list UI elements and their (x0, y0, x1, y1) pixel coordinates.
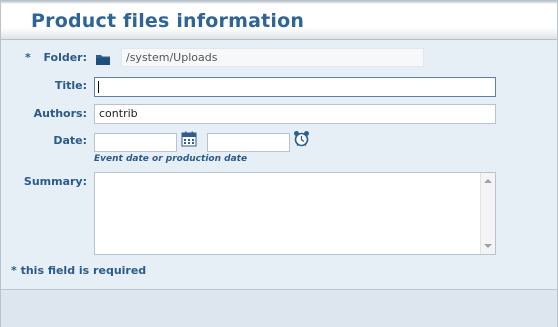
folder-icon[interactable] (95, 51, 111, 70)
summary-textarea[interactable] (94, 172, 496, 255)
calendar-icon[interactable] (181, 131, 197, 151)
alarm-clock-icon[interactable] (293, 130, 310, 151)
date-label: Date: (53, 134, 87, 147)
summary-scrollbar[interactable] (480, 173, 495, 254)
dialog-footer (1, 289, 557, 327)
folder-path-value: /system/Uploads (126, 51, 218, 64)
header-top-border (1, 1, 557, 4)
required-field-note: * this field is required (11, 264, 147, 277)
authors-label: Authors: (33, 107, 87, 120)
text-caret (98, 81, 99, 93)
product-files-dialog: Product files information * Folder: /sys… (0, 0, 558, 327)
title-input[interactable] (94, 77, 496, 97)
folder-label: Folder: (43, 51, 87, 64)
dialog-title: Product files information (31, 10, 305, 32)
scroll-down-arrow-icon[interactable] (484, 244, 492, 248)
scroll-up-arrow-icon[interactable] (484, 179, 492, 183)
authors-input-value: contrib (99, 107, 138, 120)
product-files-form: * Folder: /system/Uploads Title: Authors… (1, 41, 557, 289)
date-input[interactable] (94, 133, 177, 152)
folder-path-field: /system/Uploads (121, 48, 424, 67)
date-hint: Event date or production date (94, 154, 248, 164)
dialog-header: Product files information (1, 1, 557, 40)
title-label: Title: (54, 79, 87, 92)
authors-input[interactable]: contrib (94, 104, 496, 124)
required-marker: * (25, 51, 31, 64)
summary-label: Summary: (23, 175, 87, 188)
time-input[interactable] (207, 133, 290, 152)
